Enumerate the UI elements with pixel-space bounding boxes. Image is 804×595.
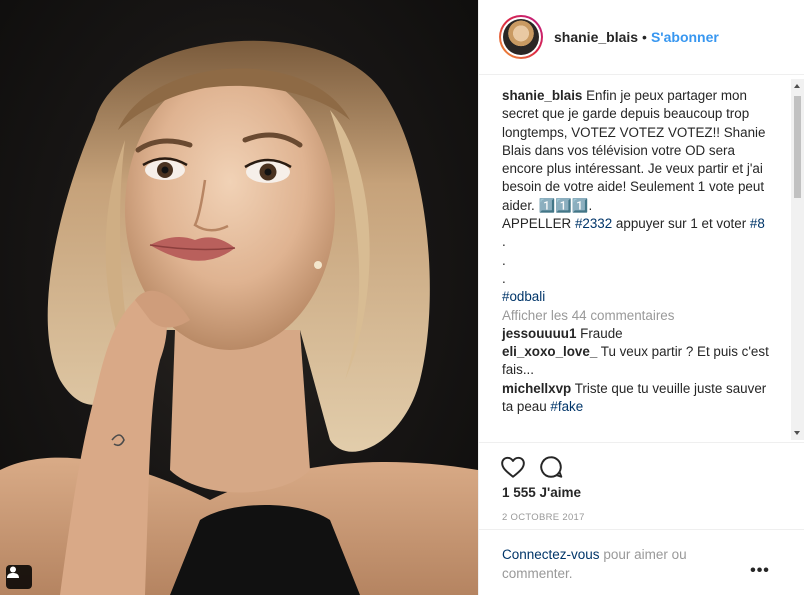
caption-line2-middle: appuyer sur 1 et voter: [612, 216, 750, 232]
hashtag-link[interactable]: #8: [750, 216, 765, 231]
scroll-up-arrow[interactable]: [794, 84, 800, 88]
login-prompt: Connectez-vous pour aimer ou commenter.: [502, 545, 732, 583]
comment-username[interactable]: eli_xoxo_love_: [502, 344, 597, 359]
hashtag-link[interactable]: #odbali: [502, 289, 545, 304]
avatar[interactable]: [499, 15, 543, 59]
portrait-illustration: [0, 40, 478, 595]
like-count[interactable]: 1 555 J'aime: [502, 485, 581, 500]
more-options-button[interactable]: •••: [749, 560, 771, 582]
comment-username[interactable]: jessouuuu1: [502, 326, 576, 341]
header-username[interactable]: shanie_blais: [554, 29, 638, 45]
instagram-post: shanie_blais • S'abonner shanie_blais En…: [0, 0, 804, 595]
login-link[interactable]: Connectez-vous: [502, 547, 600, 562]
post-date[interactable]: 2 OCTOBRE 2017: [502, 512, 585, 523]
post-actions: 1 555 J'aime 2 OCTOBRE 2017: [479, 442, 804, 530]
comment-item: eli_xoxo_love_ Tu veux partir ? Et puis …: [502, 343, 774, 380]
follow-button[interactable]: S'abonner: [651, 29, 719, 45]
caption-text: Enfin je peux partager mon secret que je…: [502, 88, 766, 213]
comments-scrollbar[interactable]: [791, 79, 804, 440]
post-side-panel: shanie_blais • S'abonner shanie_blais En…: [478, 0, 804, 595]
header-separator: •: [642, 29, 647, 45]
comments-area[interactable]: shanie_blais Enfin je peux partager mon …: [479, 75, 804, 442]
caption-dot: .: [502, 234, 506, 250]
caption-dot: .: [502, 252, 506, 268]
caption-dot: .: [502, 270, 506, 286]
post-photo[interactable]: [0, 0, 478, 595]
caption-line2-prefix: APPELLER: [502, 216, 575, 232]
comment-text: Fraude: [580, 325, 623, 341]
user-tag-icon[interactable]: [6, 565, 32, 589]
view-all-comments-link[interactable]: Afficher les 44 commentaires: [502, 307, 774, 325]
scrollbar-thumb[interactable]: [794, 96, 801, 198]
comment-item: michellxvp Triste que tu veuille juste s…: [502, 380, 774, 417]
avatar-image: [503, 19, 539, 55]
heart-icon[interactable]: [500, 454, 526, 480]
comment-username[interactable]: michellxvp: [502, 381, 571, 396]
caption-username[interactable]: shanie_blais: [502, 88, 582, 103]
post-header: shanie_blais • S'abonner: [479, 0, 804, 75]
caption: shanie_blais Enfin je peux partager mon …: [502, 87, 774, 307]
comment-item: jessouuuu1 Fraude: [502, 325, 774, 343]
comment-bubble-icon[interactable]: [538, 454, 564, 480]
hashtag-link[interactable]: #fake: [550, 399, 583, 414]
scroll-down-arrow[interactable]: [794, 431, 800, 435]
hashtag-link[interactable]: #2332: [575, 216, 612, 231]
